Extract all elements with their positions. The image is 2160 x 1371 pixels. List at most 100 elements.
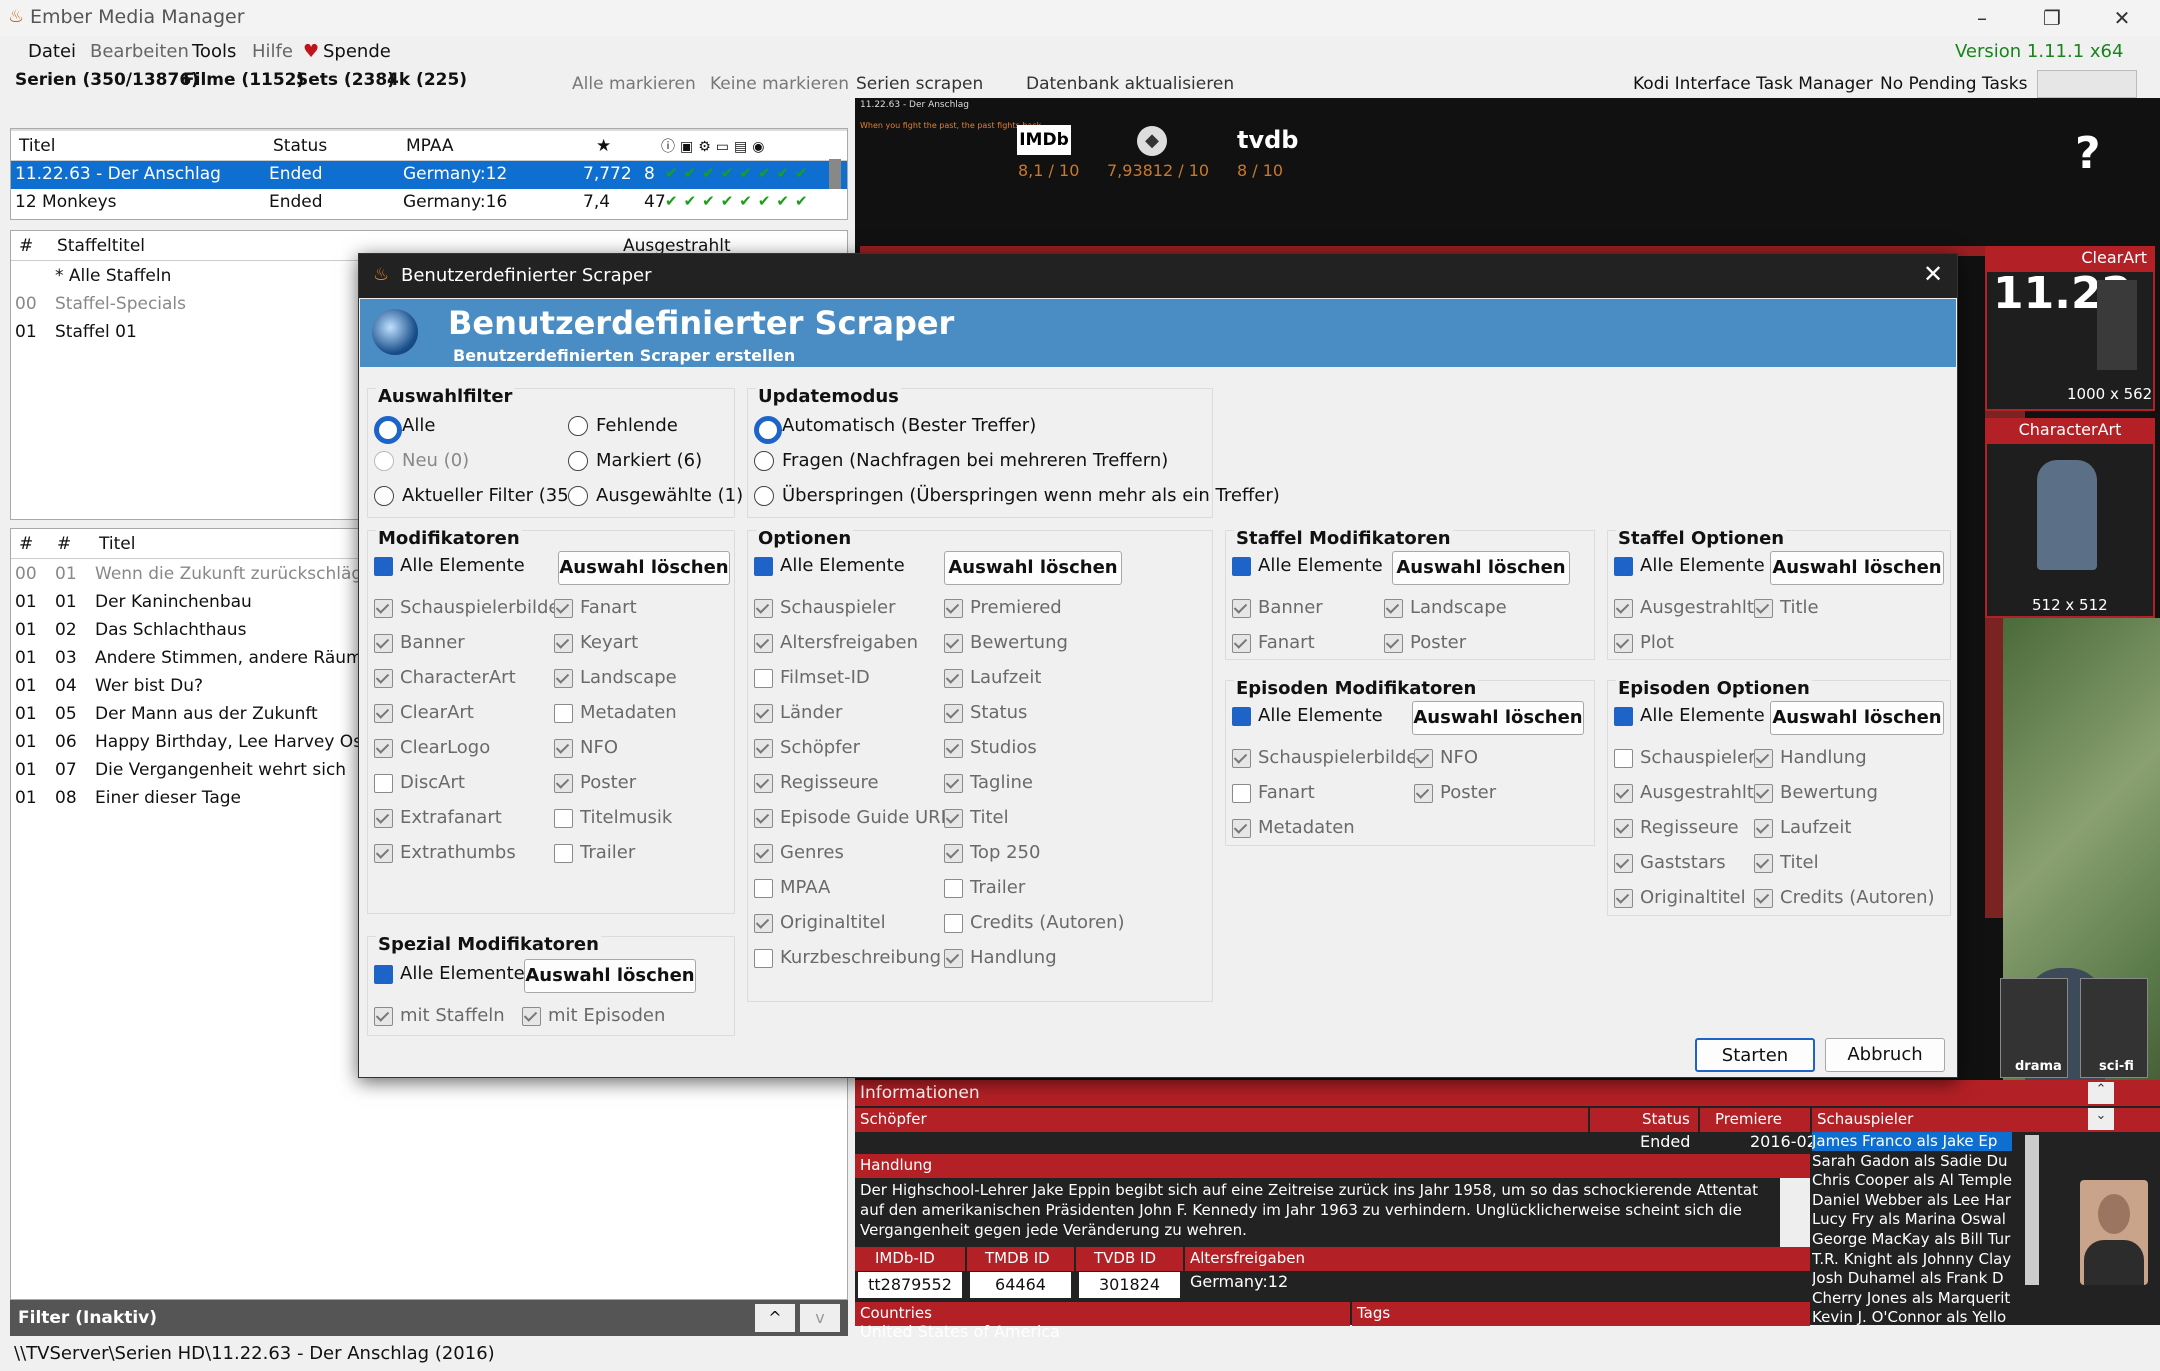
collapse-down-button[interactable]: ⌄	[2088, 1108, 2114, 1130]
option-checkbox[interactable]: Kurzbeschreibung	[754, 947, 941, 969]
tvdb-id[interactable]: 301824	[1079, 1272, 1180, 1298]
option-checkbox[interactable]: Laufzeit	[944, 667, 1041, 689]
filter-missing-radio[interactable]: Fehlende	[568, 415, 678, 437]
scrollbar-thumb[interactable]	[829, 159, 841, 189]
special-all-checkbox[interactable]: Alle Elemente	[374, 963, 525, 985]
filter-current-radio[interactable]: Aktueller Filter (350)	[374, 485, 587, 507]
option-checkbox[interactable]: Extrathumbs	[374, 842, 516, 864]
actor-item[interactable]: Sarah Gadon als Sadie Du	[1812, 1152, 2012, 1171]
option-checkbox[interactable]: Länder	[754, 702, 842, 724]
restore-icon[interactable]: ❐	[2032, 4, 2072, 32]
series-row-1[interactable]: 11.22.63 - Der Anschlag Ended Germany:12…	[11, 161, 847, 189]
option-checkbox[interactable]: Premiered	[944, 597, 1062, 619]
option-checkbox[interactable]: Extrafanart	[374, 807, 502, 829]
menu-datei[interactable]: Datei	[28, 41, 76, 62]
modifiers-clear-button[interactable]: Auswahl löschen	[558, 551, 730, 585]
option-checkbox[interactable]: Schauspieler	[1614, 747, 1756, 769]
option-checkbox[interactable]: Plot	[1614, 632, 1674, 654]
actor-item[interactable]: Daniel Webber als Lee Har	[1812, 1191, 2012, 1210]
option-checkbox[interactable]: Trailer	[944, 877, 1025, 899]
option-checkbox[interactable]: Episode Guide URL	[754, 807, 951, 829]
actor-item[interactable]: James Franco als Jake Ep	[1812, 1132, 2012, 1151]
option-checkbox[interactable]: Genres	[754, 842, 844, 864]
option-checkbox[interactable]: Banner	[374, 632, 465, 654]
option-checkbox[interactable]: NFO	[1414, 747, 1478, 769]
update-ask-radio[interactable]: Fragen (Nachfragen bei mehreren Treffern…	[754, 450, 1168, 472]
update-skip-radio[interactable]: Überspringen (Überspringen wenn mehr als…	[754, 485, 1280, 507]
option-checkbox[interactable]: Trailer	[554, 842, 635, 864]
episode-opts-clear-button[interactable]: Auswahl löschen	[1770, 701, 1944, 735]
option-checkbox[interactable]: Fanart	[1232, 632, 1315, 654]
plot-scrollbar[interactable]	[1780, 1178, 1810, 1253]
option-checkbox[interactable]: Metadaten	[1232, 817, 1355, 839]
season-opts-clear-button[interactable]: Auswahl löschen	[1770, 551, 1944, 585]
imdb-id[interactable]: tt2879552	[858, 1272, 962, 1298]
option-checkbox[interactable]: Schauspielerbilder	[374, 597, 567, 619]
tmdb-id[interactable]: 64464	[970, 1272, 1071, 1298]
scrape-series-button[interactable]: Serien scrapen	[856, 74, 983, 94]
option-checkbox[interactable]: ClearArt	[374, 702, 474, 724]
options-clear-button[interactable]: Auswahl löschen	[944, 551, 1122, 585]
option-checkbox[interactable]: CharacterArt	[374, 667, 516, 689]
dialog-close-icon[interactable]: ✕	[1923, 260, 1943, 288]
option-checkbox[interactable]: Poster	[1414, 782, 1496, 804]
header-title[interactable]: Titel	[19, 136, 55, 156]
option-checkbox[interactable]: Landscape	[554, 667, 677, 689]
filter-all-radio[interactable]: Alle	[374, 415, 435, 444]
actor-item[interactable]: Cherry Jones als Marquerit	[1812, 1289, 2012, 1308]
episode-mods-all-checkbox[interactable]: Alle Elemente	[1232, 705, 1383, 727]
collapse-up-button[interactable]: ⌃	[2088, 1082, 2114, 1104]
clearart-box[interactable]: ClearArt 11.22 1000 x 562	[1985, 246, 2155, 411]
option-checkbox[interactable]: Titel	[1754, 852, 1819, 874]
option-checkbox[interactable]: DiscArt	[374, 772, 465, 794]
minimize-icon[interactable]: –	[1962, 4, 2002, 32]
option-checkbox[interactable]: Originaltitel	[754, 912, 886, 934]
option-checkbox[interactable]: Altersfreigaben	[754, 632, 918, 654]
actor-item[interactable]: T.R. Knight als Johnny Clay	[1812, 1250, 2012, 1269]
actor-item[interactable]: Kevin J. O'Connor als Yello	[1812, 1308, 2012, 1325]
filter-selected-radio[interactable]: Ausgewählte (1)	[568, 485, 743, 507]
option-checkbox[interactable]: Filmset-ID	[754, 667, 870, 689]
filter-marked-radio[interactable]: Markiert (6)	[568, 450, 702, 472]
tab-series[interactable]: Serien (350/13876)	[15, 70, 199, 90]
tab-sets[interactable]: Sets (238)	[296, 70, 395, 90]
filter-up-button[interactable]: ^	[755, 1304, 795, 1332]
tab-movies[interactable]: Filme (1152)	[183, 70, 304, 90]
filter-down-button[interactable]: v	[800, 1304, 840, 1332]
option-checkbox[interactable]: Ausgestrahlt	[1614, 597, 1754, 619]
option-checkbox[interactable]: Regisseure	[1614, 817, 1739, 839]
option-checkbox[interactable]: MPAA	[754, 877, 830, 899]
characterart-box[interactable]: CharacterArt 512 x 512	[1985, 418, 2155, 618]
episode-mods-clear-button[interactable]: Auswahl löschen	[1412, 701, 1584, 735]
option-checkbox[interactable]: Regisseure	[754, 772, 879, 794]
header-status[interactable]: Status	[273, 136, 327, 156]
option-checkbox[interactable]: Schöpfer	[754, 737, 860, 759]
option-checkbox[interactable]: Tagline	[944, 772, 1033, 794]
with-seasons-checkbox[interactable]: mit Staffeln	[374, 1005, 505, 1027]
option-checkbox[interactable]: Studios	[944, 737, 1037, 759]
actor-item[interactable]: Chris Cooper als Al Temple	[1812, 1171, 2012, 1190]
option-checkbox[interactable]: Keyart	[554, 632, 638, 654]
header-mpaa[interactable]: MPAA	[406, 136, 454, 156]
mark-all-button[interactable]: Alle markieren	[572, 74, 696, 94]
option-checkbox[interactable]: Banner	[1232, 597, 1323, 619]
option-checkbox[interactable]: Fanart	[1232, 782, 1315, 804]
start-button[interactable]: Starten	[1695, 1038, 1815, 1072]
menu-bearbeiten[interactable]: Bearbeiten	[90, 41, 189, 62]
option-checkbox[interactable]: Bewertung	[944, 632, 1068, 654]
menu-tools[interactable]: Tools	[192, 41, 236, 62]
option-checkbox[interactable]: ClearLogo	[374, 737, 490, 759]
special-clear-button[interactable]: Auswahl löschen	[524, 959, 696, 993]
option-checkbox[interactable]: NFO	[554, 737, 618, 759]
header-season-title[interactable]: Staffeltitel	[57, 236, 145, 256]
season-opts-all-checkbox[interactable]: Alle Elemente	[1614, 555, 1765, 577]
option-checkbox[interactable]: Handlung	[944, 947, 1057, 969]
header-episode-title[interactable]: Titel	[99, 534, 135, 554]
option-checkbox[interactable]: Handlung	[1754, 747, 1867, 769]
episode-opts-all-checkbox[interactable]: Alle Elemente	[1614, 705, 1765, 727]
option-checkbox[interactable]: Poster	[554, 772, 636, 794]
option-checkbox[interactable]: Schauspieler	[754, 597, 896, 619]
with-episodes-checkbox[interactable]: mit Episoden	[522, 1005, 665, 1027]
option-checkbox[interactable]: Titel	[944, 807, 1009, 829]
option-checkbox[interactable]: Ausgestrahlt	[1614, 782, 1754, 804]
